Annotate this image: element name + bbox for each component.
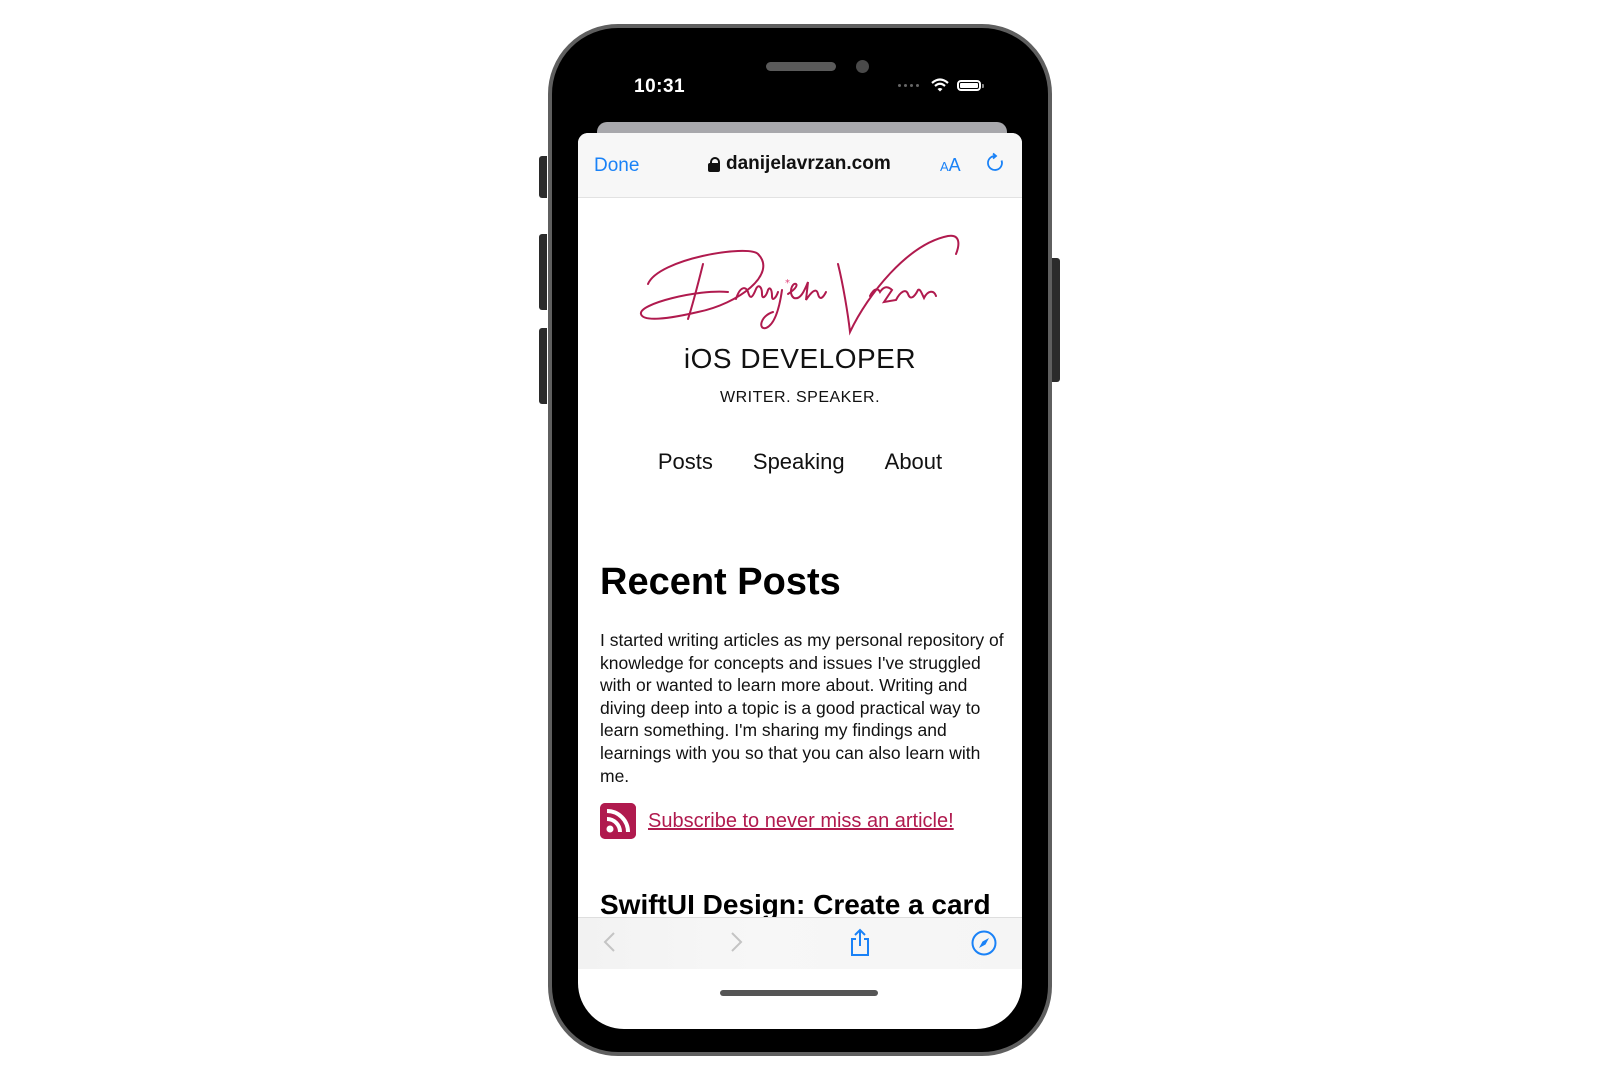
back-icon[interactable] [602, 930, 618, 954]
share-icon[interactable] [848, 928, 872, 958]
battery-icon [957, 79, 984, 91]
subscribe-row: Subscribe to never miss an article! [600, 803, 954, 839]
signal-icon [898, 83, 919, 87]
browser-navbar: Done danijelavrzan.com AA [578, 133, 1022, 198]
nav-posts[interactable]: Posts [658, 449, 713, 475]
browser-toolbar [578, 917, 1022, 969]
svg-text:*: * [785, 278, 790, 289]
page-content: * iOS DEVELOPER WRITER. SPEAKER. Posts S… [578, 197, 1022, 957]
rss-icon[interactable] [600, 803, 636, 839]
text-size-button[interactable]: AA [940, 155, 961, 176]
nav-speaking[interactable]: Speaking [753, 449, 845, 475]
power-button [1052, 258, 1060, 382]
mute-switch [539, 156, 547, 198]
volume-up-button [539, 234, 547, 310]
site-role: iOS DEVELOPER [683, 343, 917, 374]
site-subtitle: WRITER. SPEAKER. [719, 389, 881, 406]
nav-about[interactable]: About [885, 449, 943, 475]
reload-icon[interactable] [984, 152, 1006, 174]
done-button[interactable]: Done [594, 155, 639, 177]
wifi-icon [931, 78, 949, 92]
forward-icon[interactable] [728, 930, 744, 954]
url-text: danijelavrzan.com [726, 153, 891, 174]
status-time: 10:31 [634, 76, 686, 97]
speaker-grille [766, 62, 836, 71]
status-icons [898, 78, 984, 92]
lock-icon [708, 156, 720, 172]
safari-sheet: Done danijelavrzan.com AA * iOS DEVELOPE… [578, 133, 1022, 1029]
signature-logo[interactable]: * [638, 224, 968, 336]
site-nav: Posts Speaking About [578, 449, 1022, 475]
section-heading: Recent Posts [600, 561, 841, 603]
intro-paragraph: I started writing articles as my persona… [600, 630, 1004, 786]
home-indicator[interactable] [720, 990, 878, 996]
volume-down-button [539, 328, 547, 404]
compass-icon[interactable] [970, 929, 998, 957]
subscribe-link[interactable]: Subscribe to never miss an article! [648, 810, 954, 833]
url-field[interactable]: danijelavrzan.com [708, 153, 891, 175]
front-camera [856, 60, 869, 73]
